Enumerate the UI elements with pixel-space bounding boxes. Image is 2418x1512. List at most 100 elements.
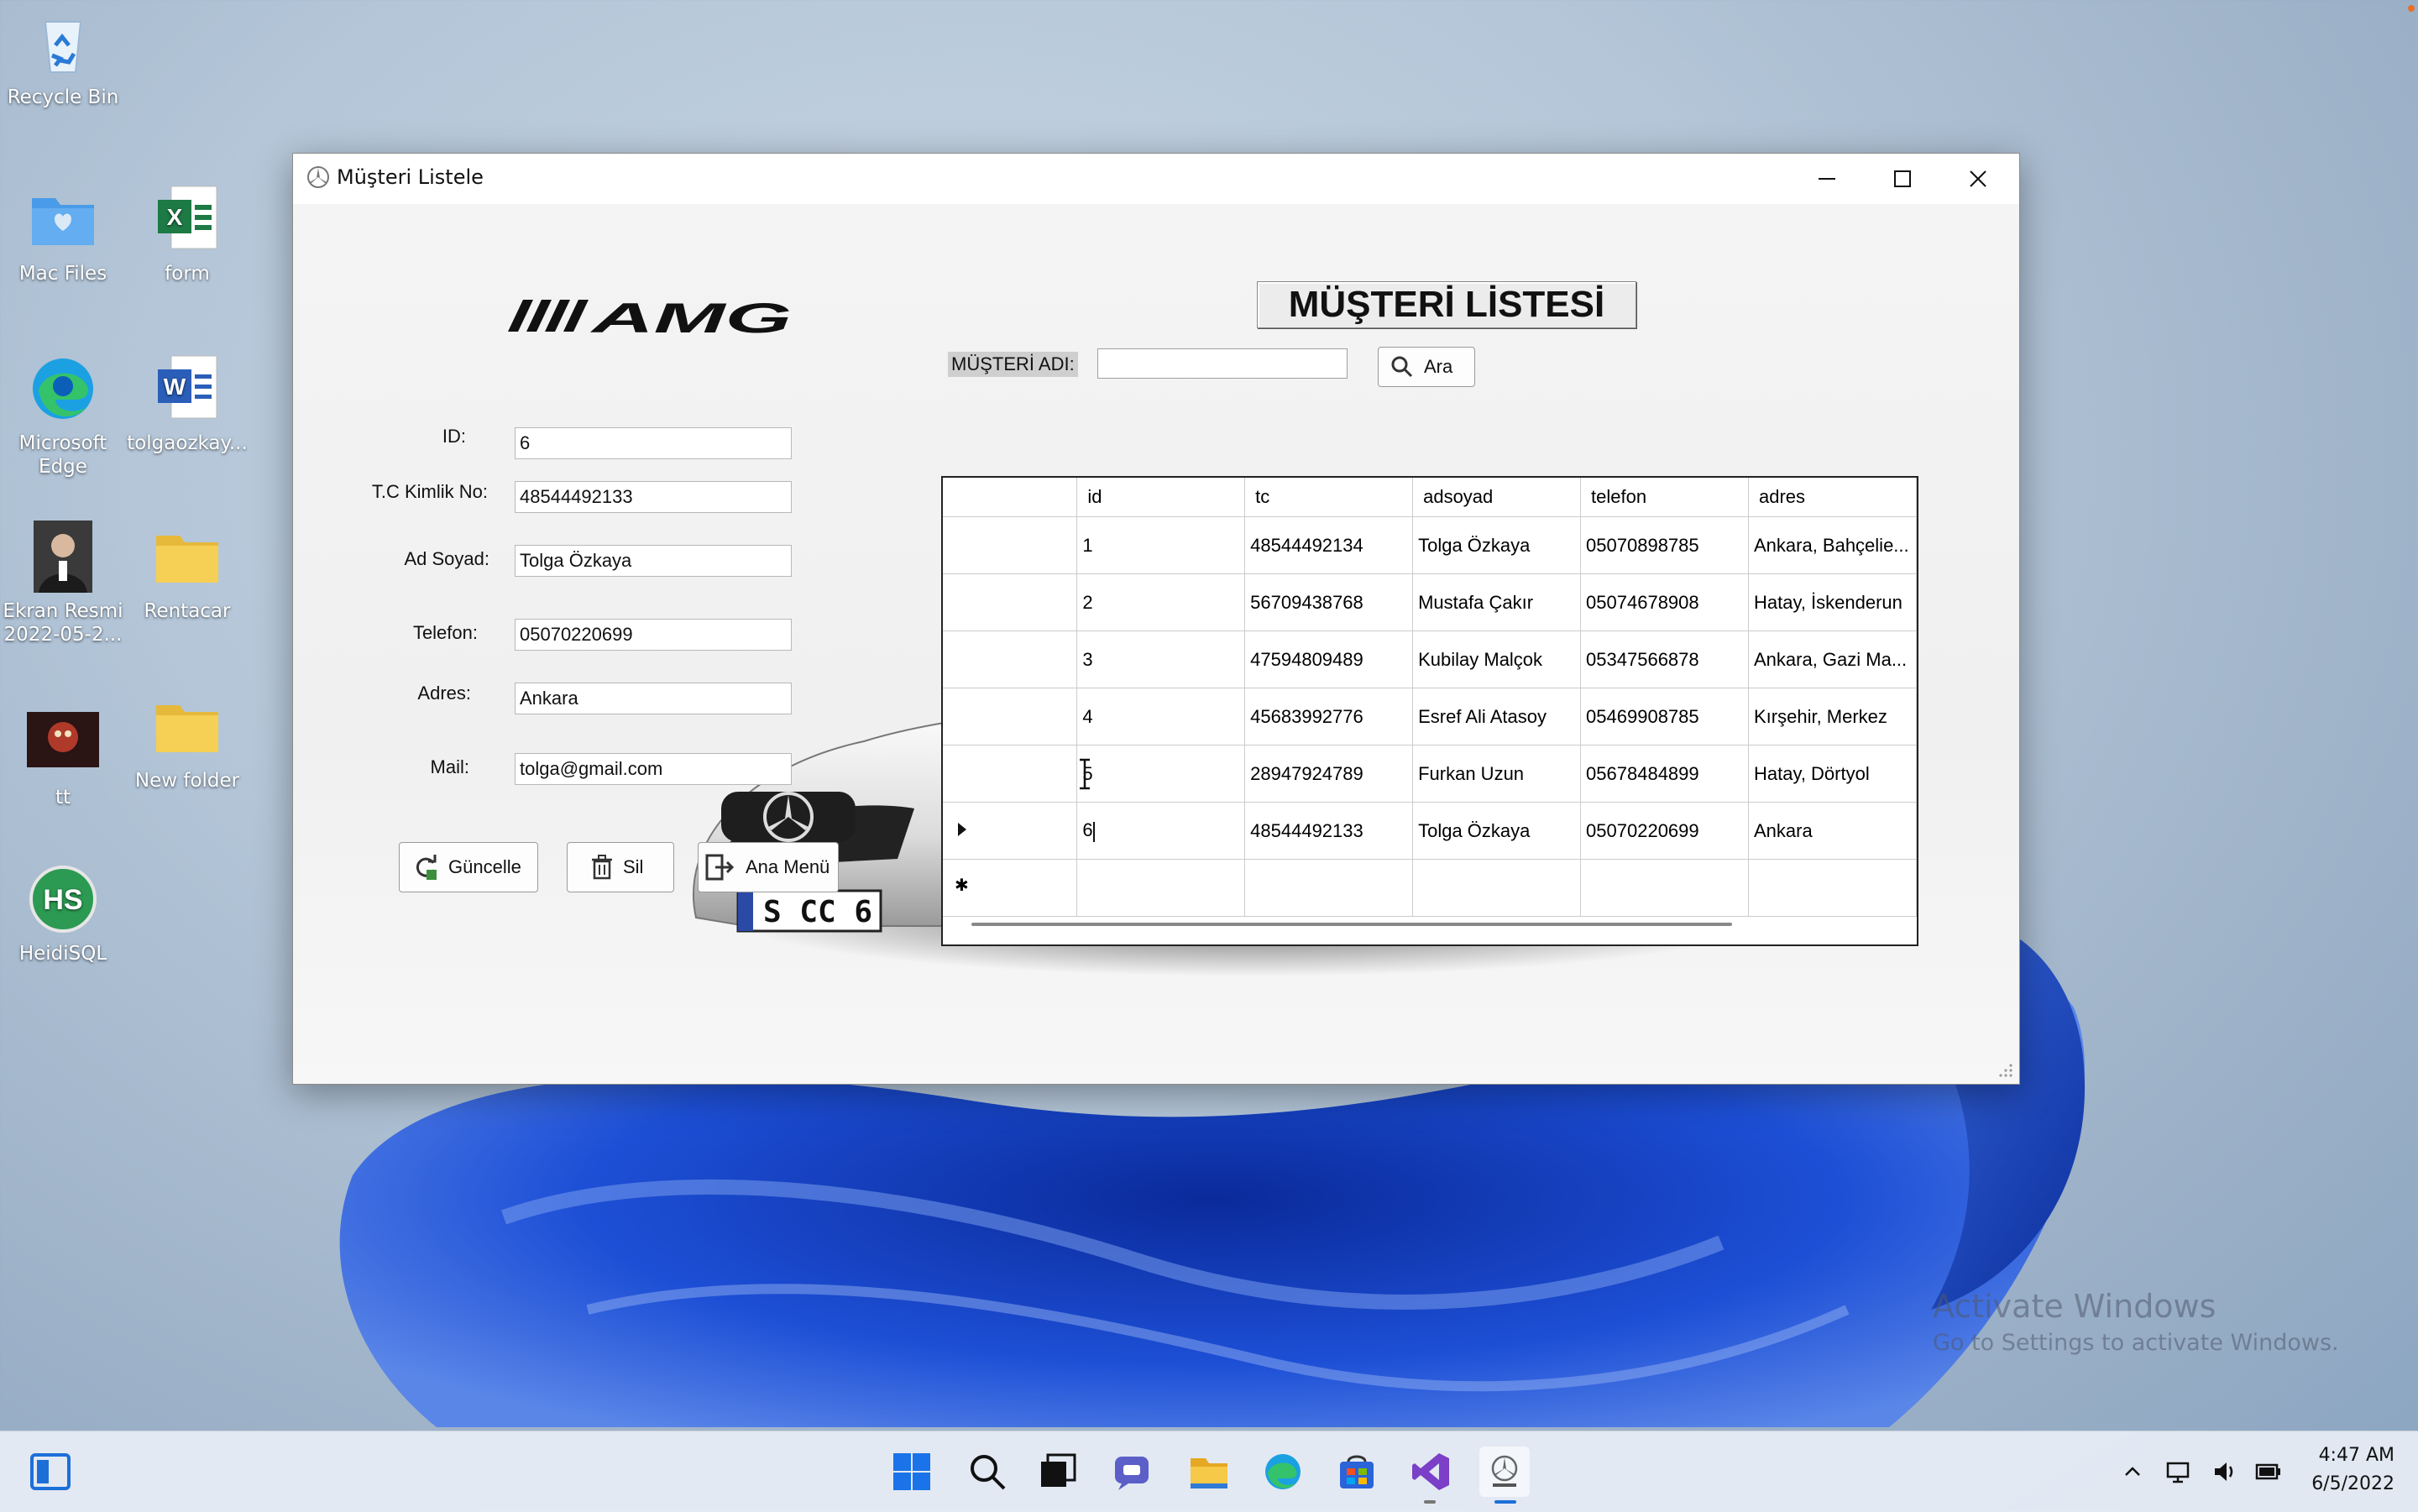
row-header[interactable] [943, 688, 1078, 746]
desktop-icon-edge[interactable]: Microsoft Edge [0, 353, 126, 479]
row-header[interactable] [943, 630, 1078, 688]
cell-telefon[interactable]: 05070220699 [1580, 802, 1749, 860]
battery-button[interactable] [2252, 1447, 2285, 1497]
desktop-icon-word-doc[interactable]: W tolgaozkay... [124, 353, 250, 455]
cell-adres[interactable]: Ankara [1748, 802, 1917, 860]
file-explorer-button[interactable] [1184, 1447, 1234, 1497]
store-button[interactable] [1332, 1447, 1382, 1497]
mail-field[interactable]: tolga@gmail.com [515, 753, 792, 785]
tc-label: T.C Kimlik No: [371, 481, 488, 502]
cell-id[interactable]: 3 [1076, 630, 1246, 688]
table-row[interactable]: 1 48544492134 Tolga Özkaya 05070898785 A… [943, 516, 1917, 574]
desktop-icon-heidisql[interactable]: HS HeidiSQL [0, 863, 126, 965]
column-header-adres[interactable]: adres [1748, 478, 1917, 517]
start-button[interactable] [887, 1447, 937, 1497]
cell-id[interactable]: 1 [1076, 516, 1246, 574]
cell-adsoyad[interactable]: Kubilay Malçok [1412, 630, 1582, 688]
cell-empty[interactable] [1076, 859, 1246, 917]
row-header[interactable] [943, 745, 1078, 803]
id-field[interactable]: 6 [515, 427, 792, 459]
desktop-icon-new-folder[interactable]: New folder [124, 690, 250, 793]
close-button[interactable] [1940, 154, 2016, 204]
row-header[interactable] [943, 516, 1078, 574]
column-header-id[interactable]: id [1076, 478, 1246, 517]
desktop-icon-recycle-bin[interactable]: Recycle Bin [0, 7, 126, 109]
column-header-tc[interactable]: tc [1244, 478, 1414, 517]
customer-name-search-input[interactable] [1097, 348, 1348, 379]
volume-button[interactable] [2208, 1447, 2242, 1497]
edge-taskbar-button[interactable] [1258, 1447, 1308, 1497]
address-field[interactable]: Ankara [515, 683, 792, 714]
cell-tc[interactable]: 48544492134 [1244, 516, 1414, 574]
cell-empty[interactable] [1412, 859, 1582, 917]
new-row-header[interactable]: ✱ [943, 859, 1078, 917]
cell-tc[interactable]: 28947924789 [1244, 745, 1414, 803]
desktop-icon-mac-files[interactable]: Mac Files [0, 183, 126, 285]
cell-id[interactable]: 4 [1076, 688, 1246, 746]
row-header[interactable] [943, 573, 1078, 631]
cell-tc[interactable]: 48544492133 [1244, 802, 1414, 860]
cell-telefon[interactable]: 05469908785 [1580, 688, 1749, 746]
search-taskbar-button[interactable] [962, 1447, 1013, 1497]
cell-tc[interactable]: 45683992776 [1244, 688, 1414, 746]
cell-empty[interactable] [1580, 859, 1749, 917]
table-row[interactable]: 3 47594809489 Kubilay Malçok 05347566878… [943, 630, 1917, 688]
table-row[interactable]: 4 45683992776 Esref Ali Atasoy 054699087… [943, 688, 1917, 746]
cell-tc[interactable]: 56709438768 [1244, 573, 1414, 631]
phone-field[interactable]: 05070220699 [515, 619, 792, 651]
cell-adsoyad[interactable]: Furkan Uzun [1412, 745, 1582, 803]
activate-windows-watermark: Activate Windows Go to Settings to activ… [1933, 1288, 2339, 1356]
column-header-telefon[interactable]: telefon [1580, 478, 1749, 517]
network-button[interactable] [2161, 1447, 2195, 1497]
cell-telefon[interactable]: 05678484899 [1580, 745, 1749, 803]
search-button[interactable]: Ara [1378, 347, 1475, 387]
delete-button[interactable]: Sil [567, 842, 674, 892]
visual-studio-button[interactable] [1405, 1447, 1456, 1497]
desktop-icon-form[interactable]: X form [124, 183, 250, 285]
cell-id[interactable]: 5 [1076, 745, 1246, 803]
cell-adres[interactable]: Ankara, Gazi Ma... [1748, 630, 1917, 688]
cell-adres[interactable]: Kırşehir, Merkez [1748, 688, 1917, 746]
row-header-current[interactable] [943, 802, 1078, 860]
desktop-icon-screenshot[interactable]: Ekran Resmi 2022-05-2... [0, 521, 126, 646]
name-field[interactable]: Tolga Özkaya [515, 545, 792, 577]
cell-adres[interactable]: Hatay, Dörtyol [1748, 745, 1917, 803]
cell-telefon[interactable]: 05070898785 [1580, 516, 1749, 574]
cell-empty[interactable] [1748, 859, 1917, 917]
task-view-button[interactable] [1033, 1447, 1083, 1497]
show-hidden-icons-button[interactable] [2116, 1447, 2149, 1497]
resize-grip-icon[interactable] [1997, 1062, 2014, 1079]
cell-adsoyad[interactable]: Mustafa Çakır [1412, 573, 1582, 631]
cell-id[interactable]: 2 [1076, 573, 1246, 631]
clock-time[interactable]: 4:47 AM [2300, 1445, 2394, 1466]
cell-adsoyad[interactable]: Tolga Özkaya [1412, 516, 1582, 574]
table-row[interactable]: 2 56709438768 Mustafa Çakır 05074678908 … [943, 573, 1917, 631]
cell-tc[interactable]: 47594809489 [1244, 630, 1414, 688]
widgets-icon [30, 1453, 71, 1490]
chat-button[interactable] [1108, 1447, 1159, 1497]
cell-telefon[interactable]: 05347566878 [1580, 630, 1749, 688]
table-row-selected[interactable]: 6 48544492133 Tolga Özkaya 05070220699 A… [943, 802, 1917, 860]
customer-data-grid[interactable]: id tc adsoyad telefon adres 1 4854449213… [941, 476, 1918, 946]
cell-telefon[interactable]: 05074678908 [1580, 573, 1749, 631]
clock-date[interactable]: 6/5/2022 [2292, 1473, 2394, 1494]
running-app-button[interactable] [1479, 1447, 1530, 1497]
desktop-icon-tt[interactable]: tt [0, 707, 126, 809]
title-bar[interactable]: Müşteri Listele [293, 154, 2019, 204]
minimize-button[interactable] [1789, 154, 1865, 204]
new-row[interactable]: ✱ [943, 859, 1917, 917]
tc-field[interactable]: 48544492133 [515, 481, 792, 513]
widgets-button[interactable] [25, 1447, 76, 1497]
column-header-adsoyad[interactable]: adsoyad [1412, 478, 1582, 517]
desktop-icon-rentacar[interactable]: Rentacar [124, 521, 250, 623]
cell-adsoyad[interactable]: Tolga Özkaya [1412, 802, 1582, 860]
cell-adres[interactable]: Hatay, İskenderun [1748, 573, 1917, 631]
update-button[interactable]: Güncelle [399, 842, 538, 892]
maximize-button[interactable] [1865, 154, 1940, 204]
cell-adres[interactable]: Ankara, Bahçelie... [1748, 516, 1917, 574]
cell-id-editing[interactable]: 6 [1076, 802, 1246, 860]
cell-empty[interactable] [1244, 859, 1414, 917]
horizontal-scrollbar[interactable] [971, 923, 1732, 926]
cell-adsoyad[interactable]: Esref Ali Atasoy [1412, 688, 1582, 746]
main-menu-button[interactable]: Ana Menü [698, 842, 839, 892]
